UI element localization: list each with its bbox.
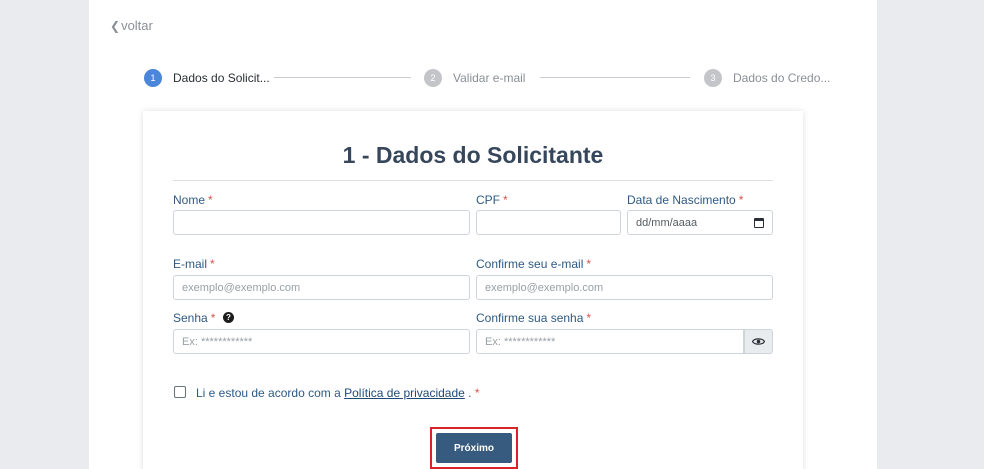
senha-confirm-label: Confirme sua senha *	[476, 311, 591, 325]
required-mark: *	[474, 386, 480, 400]
privacy-checkbox[interactable]	[174, 386, 186, 398]
senha-input[interactable]: Ex: ************	[173, 329, 470, 354]
back-link[interactable]: ❮ voltar	[110, 18, 153, 33]
email-placeholder: exemplo@exemplo.com	[182, 281, 301, 294]
nome-label-text: Nome	[173, 193, 206, 207]
next-button[interactable]: Próximo	[436, 433, 512, 463]
chevron-left-icon: ❮	[110, 18, 121, 33]
divider	[173, 180, 773, 181]
form-card: 1 - Dados do Solicitante Nome * CPF * Data…	[143, 111, 803, 469]
senha-label: Senha *	[173, 311, 215, 325]
consent-text: Li e estou de acordo com a Política de p…	[196, 386, 480, 400]
senha-confirm-input[interactable]: Ex: ************	[476, 329, 744, 354]
nascimento-placeholder: dd/mm/aaaa	[636, 216, 698, 229]
email-confirm-input[interactable]: exemplo@exemplo.com	[476, 275, 773, 300]
step-3-number: 3	[704, 69, 722, 87]
page-container: ❮ voltar 1 Dados do Solicit... 2 Validar…	[89, 0, 877, 469]
required-mark: *	[738, 193, 744, 207]
step-2-label: Validar e-mail	[453, 71, 526, 85]
senha-label-text: Senha	[173, 311, 208, 325]
required-mark: *	[503, 193, 508, 207]
step-1-label: Dados do Solicit...	[173, 71, 270, 85]
toggle-password-button[interactable]	[744, 329, 773, 354]
step-1-number: 1	[144, 69, 162, 87]
required-mark: *	[210, 257, 215, 271]
nascimento-label-text: Data de Nascimento	[627, 193, 736, 207]
back-link-label: voltar	[121, 18, 153, 33]
cpf-label-text: CPF	[476, 193, 500, 207]
required-mark: *	[208, 193, 213, 207]
senha-confirm-placeholder: Ex: ************	[485, 335, 556, 348]
nascimento-label: Data de Nascimento *	[627, 193, 743, 207]
email-confirm-label-text: Confirme seu e-mail	[476, 257, 584, 271]
step-connector	[274, 77, 411, 78]
email-label-text: E-mail	[173, 257, 208, 271]
question-circle-icon[interactable]: ?	[223, 312, 234, 323]
required-mark: *	[210, 311, 216, 325]
senha-placeholder: Ex: ************	[182, 335, 253, 348]
step-2-number: 2	[424, 69, 442, 87]
nome-input[interactable]	[173, 210, 470, 235]
required-mark: *	[586, 311, 592, 325]
step-3: 3 Dados do Credo...	[704, 68, 830, 88]
email-input[interactable]: exemplo@exemplo.com	[173, 275, 470, 300]
nome-label: Nome *	[173, 193, 213, 207]
step-1: 1 Dados do Solicit...	[144, 68, 270, 88]
step-connector	[540, 77, 690, 78]
email-label: E-mail *	[173, 257, 215, 271]
required-mark: *	[586, 257, 592, 271]
cpf-label: CPF *	[476, 193, 508, 207]
consent-text-after: .	[464, 386, 475, 400]
next-button-highlight: Próximo	[430, 427, 518, 469]
stepper: 1 Dados do Solicit... 2 Validar e-mail 3…	[144, 68, 830, 88]
cpf-input[interactable]	[476, 210, 621, 235]
step-3-label: Dados do Credo...	[733, 71, 831, 85]
consent-text-before: Li e estou de acordo com a	[196, 386, 345, 400]
email-confirm-placeholder: exemplo@exemplo.com	[485, 281, 604, 294]
calendar-icon[interactable]	[754, 217, 764, 228]
email-confirm-label: Confirme seu e-mail *	[476, 257, 591, 271]
senha-confirm-label-text: Confirme sua senha	[476, 311, 584, 325]
eye-icon	[752, 338, 765, 345]
privacy-policy-link[interactable]: Política de privacidade	[344, 386, 465, 400]
form-title: 1 - Dados do Solicitante	[342, 142, 604, 168]
step-2: 2 Validar e-mail	[424, 68, 525, 88]
nascimento-input[interactable]: dd/mm/aaaa	[627, 210, 773, 235]
